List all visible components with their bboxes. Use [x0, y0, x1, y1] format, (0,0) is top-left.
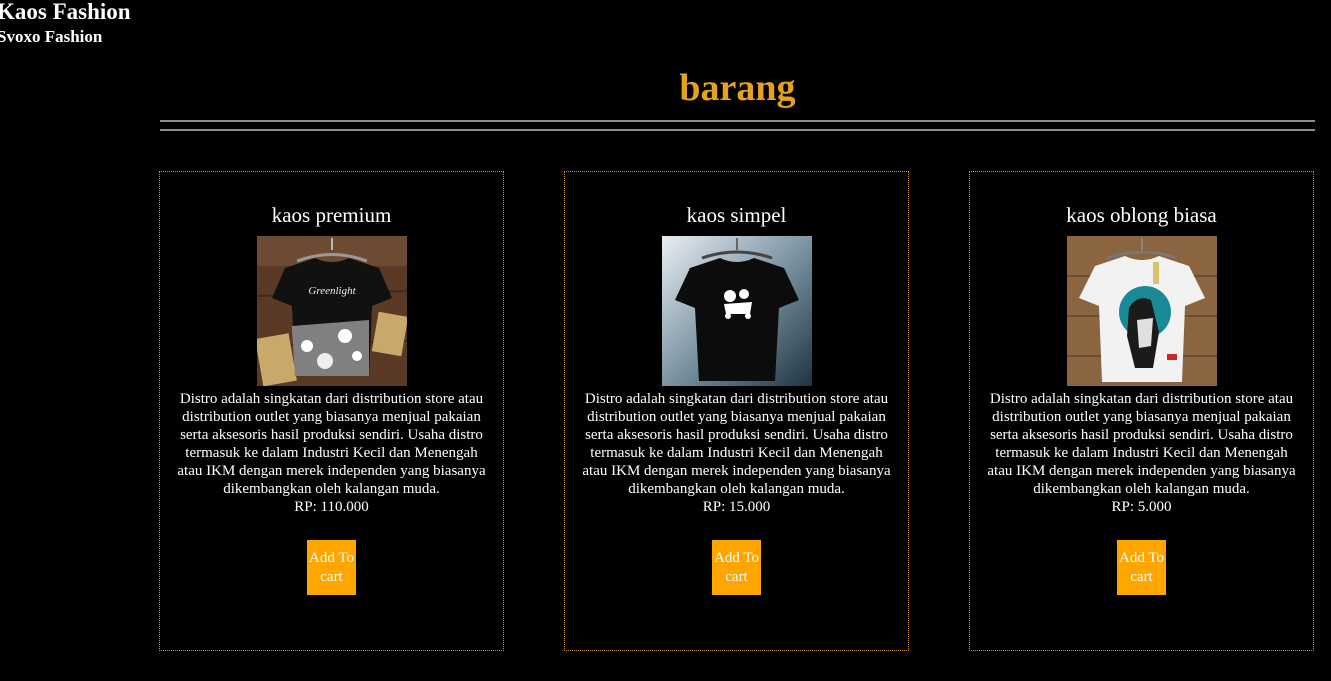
- product-description: Distro adalah singkatan dari distributio…: [987, 391, 1296, 497]
- product-name: kaos oblong biasa: [1066, 203, 1217, 227]
- heading-divider: [160, 120, 1315, 131]
- product-name: kaos simpel: [686, 203, 787, 227]
- product-price: RP: 5.000: [1111, 499, 1172, 515]
- product-description: Distro adalah singkatan dari distributio…: [582, 391, 891, 497]
- add-to-cart-button[interactable]: Add To cart: [1117, 540, 1166, 595]
- product-image: Greenlight: [256, 236, 407, 386]
- product-card: kaos simpel Distro adalah singkatan dari…: [564, 171, 909, 651]
- site-brand: Kaos Fashion Svoxo Fashion: [0, 0, 131, 48]
- site-subtitle: Svoxo Fashion: [0, 27, 103, 46]
- add-to-cart-button[interactable]: Add To cart: [712, 540, 761, 595]
- product-price: RP: 15.000: [702, 499, 771, 515]
- product-image: [661, 236, 812, 386]
- product-price: RP: 110.000: [294, 499, 369, 515]
- product-description: Distro adalah singkatan dari distributio…: [177, 391, 486, 497]
- add-to-cart-button[interactable]: Add To cart: [307, 540, 356, 595]
- product-image: [1066, 236, 1217, 386]
- product-name: kaos premium: [271, 203, 392, 227]
- product-card: kaos oblong biasa Distro adalah singkata…: [969, 171, 1314, 651]
- site-title: Kaos Fashion: [0, 0, 131, 24]
- svg-text:Greenlight: Greenlight: [308, 285, 356, 297]
- page-heading: barang: [679, 67, 796, 109]
- product-card: kaos premium Greenlight Distro adalah si…: [159, 171, 504, 651]
